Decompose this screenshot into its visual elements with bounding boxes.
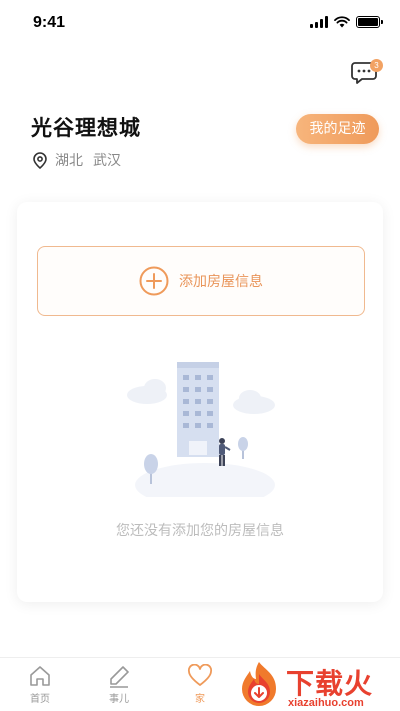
battery-icon bbox=[356, 16, 383, 28]
tab-shier[interactable]: 事儿 bbox=[89, 664, 149, 705]
my-footprint-button[interactable]: 我的足迹 bbox=[296, 114, 379, 144]
tab-home-label: 首页 bbox=[30, 694, 50, 705]
location: 湖北 武汉 bbox=[33, 150, 121, 170]
location-city: 武汉 bbox=[93, 153, 121, 169]
heart-icon bbox=[188, 664, 212, 686]
tab-shier-label: 事儿 bbox=[109, 694, 129, 705]
status-icons bbox=[310, 16, 383, 28]
location-pin-icon bbox=[33, 151, 47, 169]
empty-house-illustration bbox=[127, 362, 275, 497]
watermark-url: xiazaihuo.com bbox=[288, 697, 364, 709]
tab-home-family[interactable]: 家 bbox=[170, 664, 230, 705]
community-name: 光谷理想城 bbox=[31, 116, 141, 140]
watermark-brand: 下载火 bbox=[286, 667, 374, 700]
empty-state-text: 您还没有添加您的房屋信息 bbox=[116, 523, 284, 539]
add-house-label: 添加房屋信息 bbox=[179, 274, 263, 290]
flame-logo-icon bbox=[242, 662, 276, 706]
message-badge: 3 bbox=[370, 59, 383, 72]
location-province: 湖北 bbox=[55, 153, 83, 169]
wifi-icon bbox=[334, 16, 350, 28]
add-house-button[interactable]: 添加房屋信息 bbox=[37, 246, 365, 316]
tab-family-label: 家 bbox=[195, 694, 205, 705]
plus-circle-icon bbox=[139, 266, 169, 296]
signal-icon bbox=[310, 16, 328, 28]
pencil-icon bbox=[110, 666, 129, 688]
house-card: 添加房屋信息 您还没有添加您的房屋信息 bbox=[17, 202, 383, 602]
status-bar: 9:41 bbox=[0, 0, 400, 44]
tab-home[interactable]: 首页 bbox=[10, 664, 70, 705]
status-time: 9:41 bbox=[33, 14, 66, 31]
home-icon bbox=[30, 666, 50, 686]
watermark: 下载火 xiazaihuo.com bbox=[234, 660, 400, 711]
